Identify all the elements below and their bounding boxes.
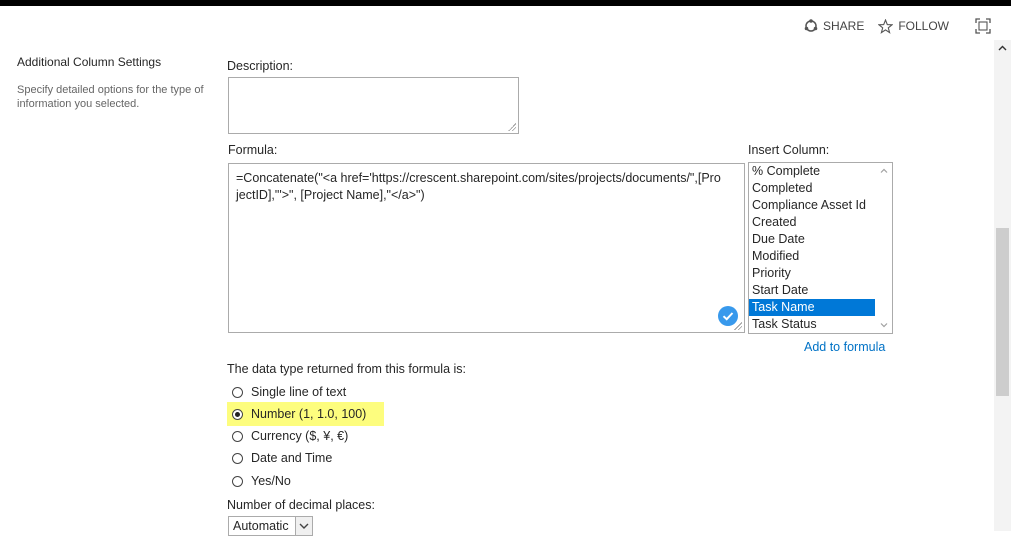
column-option-selected[interactable]: Task Name [749,299,875,316]
radio-single-line[interactable]: Single line of text [232,382,346,402]
radio-yes-no[interactable]: Yes/No [232,471,291,491]
column-option[interactable]: Completed [749,180,875,197]
decimal-places-select[interactable]: Automatic [228,516,313,536]
radio-currency[interactable]: Currency ($, ¥, €) [232,426,348,446]
chevron-down-icon [299,523,309,529]
formula-label: Formula: [228,143,278,157]
listbox-scrollbar[interactable] [876,163,892,333]
column-option[interactable]: Created [749,214,875,231]
radio-label: Single line of text [251,385,347,399]
page-actions: SHARE FOLLOW [790,18,991,34]
column-option[interactable]: Due Date [749,231,875,248]
scroll-down-icon[interactable] [879,320,889,330]
share-button[interactable]: SHARE [804,19,864,33]
insert-column-label: Insert Column: [748,143,830,157]
follow-button[interactable]: FOLLOW [878,18,949,34]
scroll-up-icon[interactable] [997,43,1008,54]
radio-label: Date and Time [251,451,333,465]
scroll-thumb[interactable] [996,228,1009,396]
dropdown-button[interactable] [295,517,312,535]
column-option[interactable]: Start Date [749,282,875,299]
star-icon [878,18,894,34]
resize-handle-icon[interactable] [734,322,742,330]
decimal-places-label: Number of decimal places: [227,498,375,512]
add-to-formula-link[interactable]: Add to formula [804,340,885,354]
radio-button-checked[interactable] [232,408,243,420]
radio-button[interactable] [232,430,243,442]
column-option[interactable]: Compliance Asset Id [749,197,875,214]
formula-field[interactable]: =Concatenate("<a href='https://crescent.… [228,163,745,333]
share-label: SHARE [822,19,865,33]
column-option[interactable]: % Complete [749,163,875,180]
formula-value: =Concatenate("<a href='https://crescent.… [236,171,721,202]
follow-label: FOLLOW [898,19,949,33]
data-type-label: The data type returned from this formula… [227,362,466,376]
description-field[interactable] [228,77,519,134]
section-title: Additional Column Settings [17,55,162,69]
page-scrollbar[interactable] [994,40,1011,531]
radio-label: Currency ($, ¥, €) [251,429,349,443]
radio-button[interactable] [232,386,243,398]
resize-handle-icon[interactable] [508,123,516,131]
top-bar [0,0,1011,6]
focus-mode-icon[interactable] [975,18,991,34]
radio-button[interactable] [232,475,243,487]
insert-column-listbox[interactable]: % Complete Completed Compliance Asset Id… [748,162,893,334]
radio-date-time[interactable]: Date and Time [232,448,332,468]
share-icon [804,19,818,32]
scroll-up-icon[interactable] [879,166,889,176]
radio-label: Number (1, 1.0, 100) [251,407,367,421]
radio-label: Yes/No [251,474,291,488]
description-label: Description: [227,59,293,73]
column-option[interactable]: Task Status [749,316,875,333]
radio-number[interactable]: Number (1, 1.0, 100) [232,404,366,424]
column-option[interactable]: Priority [749,265,875,282]
section-description: Specify detailed options for the type of… [17,84,204,110]
column-option[interactable]: Modified [749,248,875,265]
radio-button[interactable] [232,452,243,464]
